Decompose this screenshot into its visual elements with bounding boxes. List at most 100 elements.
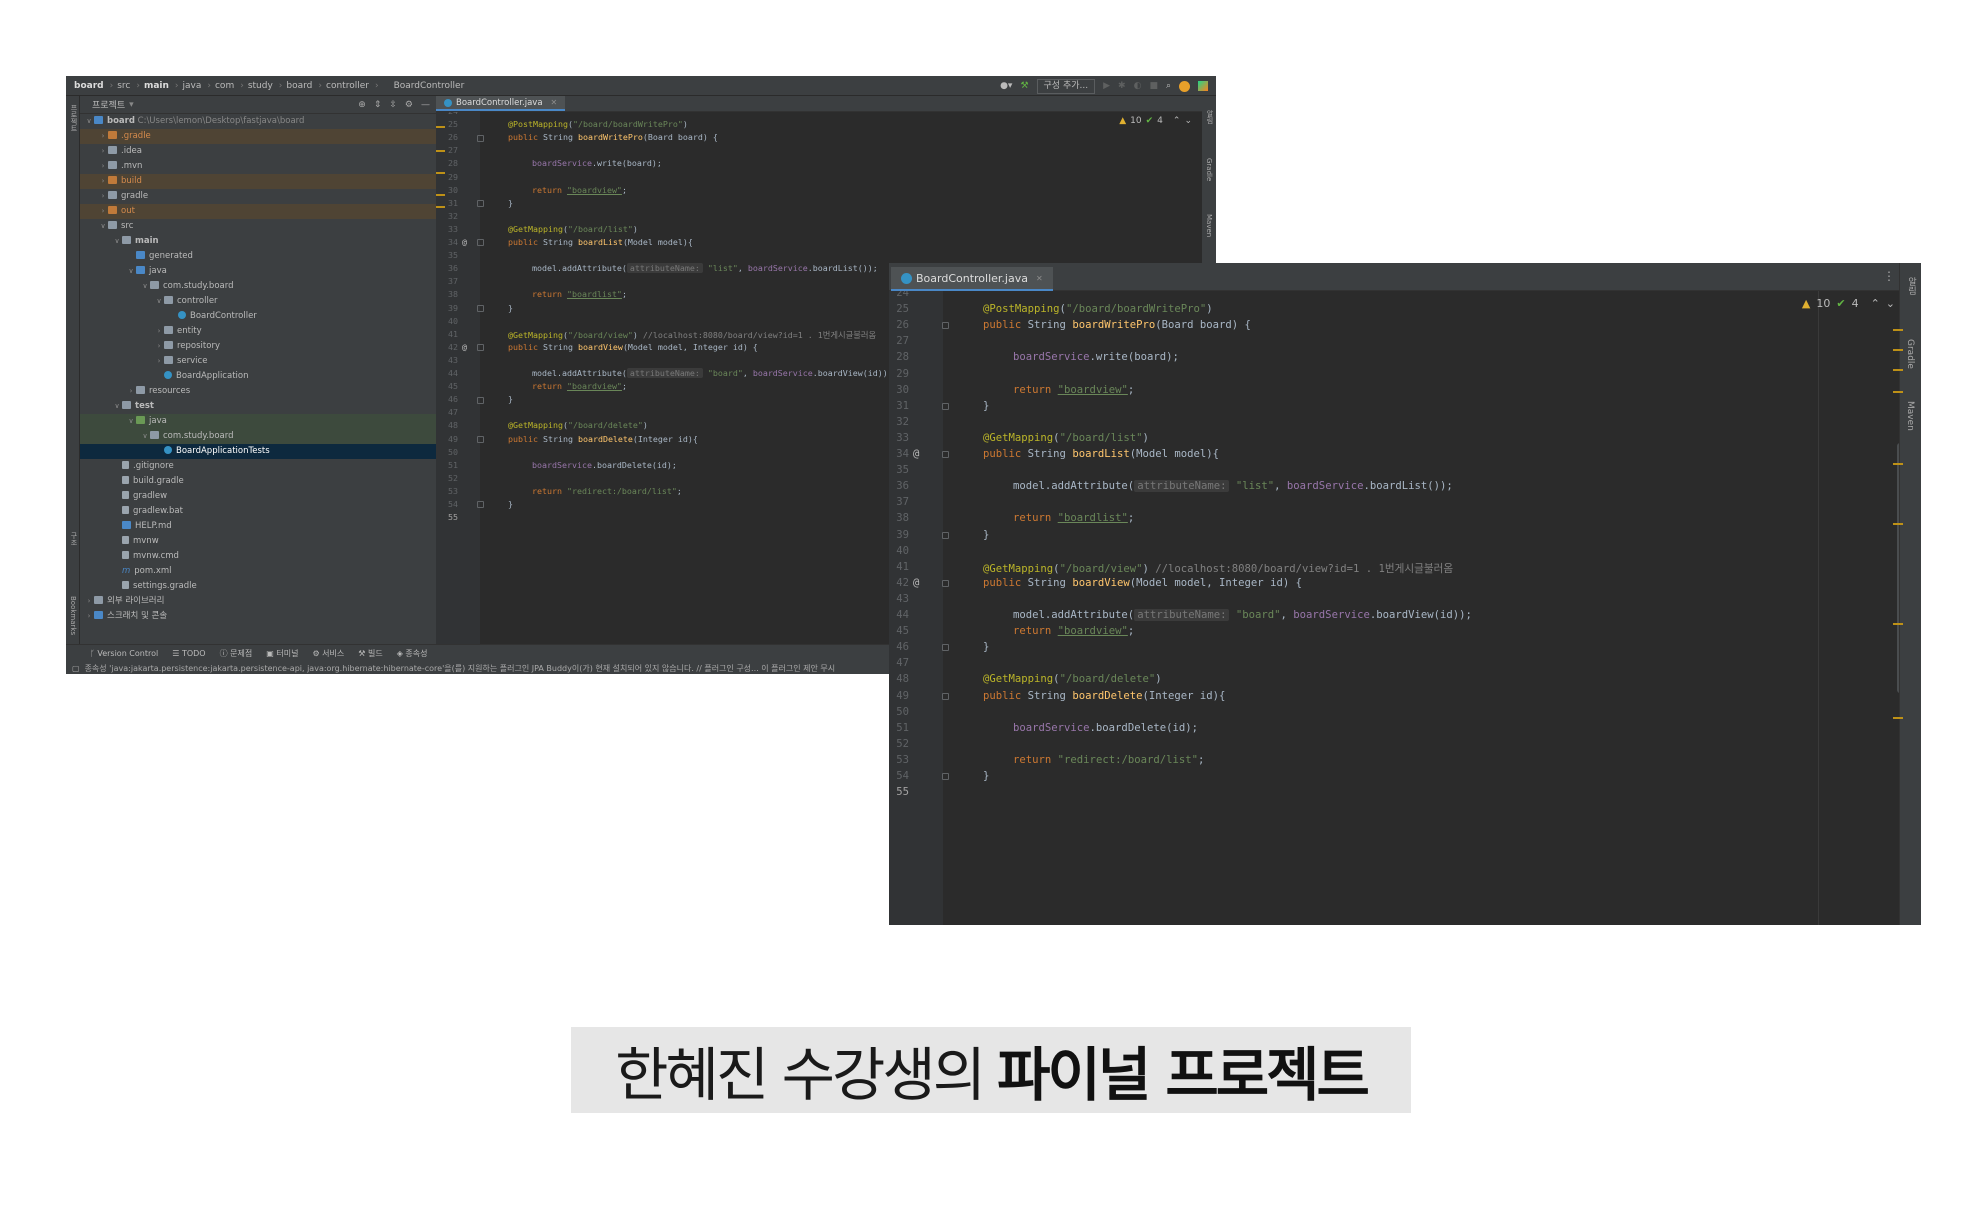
debug-icon[interactable]: ✱ xyxy=(1118,81,1126,91)
tree-item[interactable]: › out xyxy=(80,204,436,219)
warning-marker[interactable] xyxy=(436,172,445,174)
tree-item[interactable]: settings.gradle xyxy=(80,579,436,594)
fold-marker-icon[interactable] xyxy=(942,773,949,781)
warning-marker[interactable] xyxy=(1893,369,1903,371)
code-line[interactable]: @GetMapping("/board/list") xyxy=(508,224,638,234)
tree-item[interactable]: gradlew.bat xyxy=(80,504,436,519)
tool-window-dependencies[interactable]: ◈ 종속성 xyxy=(397,648,428,659)
code-line[interactable]: return "redirect:/board/list"; xyxy=(532,486,682,496)
warning-marker[interactable] xyxy=(436,150,445,152)
expand-all-icon[interactable]: ⇕ xyxy=(374,100,382,110)
editor-tab[interactable]: BoardController.java ✕ xyxy=(891,267,1053,291)
code-line[interactable]: @GetMapping("/board/list") xyxy=(983,432,1149,444)
fold-marker-icon[interactable] xyxy=(477,396,484,404)
breadcrumb-item[interactable]: java xyxy=(183,81,202,91)
structure-tool-label[interactable]: 구조 xyxy=(69,532,79,546)
tree-item[interactable]: ∨ java xyxy=(80,264,436,279)
warning-marker[interactable] xyxy=(1893,391,1903,393)
code-line[interactable]: } xyxy=(983,770,989,782)
tree-item[interactable]: .gitignore xyxy=(80,459,436,474)
tree-item[interactable]: › .mvn xyxy=(80,159,436,174)
maven-tool-label[interactable]: Maven xyxy=(1905,401,1915,431)
fold-marker-icon[interactable] xyxy=(477,134,484,142)
code-line[interactable]: return "redirect:/board/list"; xyxy=(1013,754,1204,766)
code-line[interactable]: } xyxy=(508,198,513,208)
tool-window-build[interactable]: ⚒ 빌드 xyxy=(358,648,382,659)
tree-item[interactable]: ∨ test xyxy=(80,399,436,414)
code-line[interactable]: } xyxy=(508,394,513,404)
code-line[interactable]: public String boardList(Model model){ xyxy=(983,448,1219,460)
code-line[interactable]: boardService.write(board); xyxy=(1013,351,1179,363)
warning-marker[interactable] xyxy=(436,206,445,208)
code-line[interactable]: @PostMapping("/board/boardWritePro") xyxy=(983,303,1213,315)
code-line[interactable]: } xyxy=(983,529,989,541)
notifications-tool-label[interactable]: 알림 xyxy=(1905,277,1918,295)
plugin-icon[interactable] xyxy=(1198,81,1208,91)
tree-item[interactable]: ∨ java xyxy=(80,414,436,429)
tree-item[interactable]: HELP.md xyxy=(80,519,436,534)
collapse-all-icon[interactable]: ⇳ xyxy=(389,100,397,110)
gradle-tool-label[interactable]: Gradle xyxy=(1205,158,1213,181)
mapping-gutter-icon[interactable]: @ xyxy=(462,237,467,247)
maven-tool-label[interactable]: Maven xyxy=(1205,214,1213,237)
tool-window-todo[interactable]: ☰ TODO xyxy=(172,649,205,658)
tree-item[interactable]: ∨ com.study.board xyxy=(80,429,436,444)
tool-window-terminal[interactable]: ▣ 터미널 xyxy=(266,648,298,659)
close-icon[interactable]: ✕ xyxy=(1036,274,1043,283)
warning-marker[interactable] xyxy=(1893,623,1903,625)
code-area[interactable]: 24 25 @PostMapping("/board/boardWritePro")… xyxy=(889,291,1897,925)
code-line[interactable]: return "boardview"; xyxy=(532,185,627,195)
tree-item[interactable]: BoardApplication xyxy=(80,369,436,384)
code-line[interactable]: public String boardWritePro(Board board)… xyxy=(508,132,718,142)
chevron-down-icon[interactable]: ▾ xyxy=(129,100,134,110)
notifications-tool-label[interactable]: 알림 xyxy=(1205,110,1215,124)
project-view-select[interactable]: 프로젝트 xyxy=(92,98,125,111)
coverage-icon[interactable]: ◐ xyxy=(1134,81,1142,91)
fold-marker-icon[interactable] xyxy=(942,644,949,652)
project-tool-label[interactable]: 프로젝트 xyxy=(69,104,79,132)
code-line[interactable]: } xyxy=(508,499,513,509)
code-line[interactable]: } xyxy=(983,400,989,412)
code-line[interactable]: model.addAttribute(attributeName: "list"… xyxy=(532,263,878,274)
breadcrumb-item[interactable]: study xyxy=(248,81,273,91)
tool-window-problems[interactable]: ⓘ 문제점 xyxy=(220,648,253,659)
tree-item[interactable]: › entity xyxy=(80,324,436,339)
mapping-gutter-icon[interactable]: @ xyxy=(913,577,919,589)
status-message[interactable]: 종속성 'java:jakarta.persistence:jakarta.pe… xyxy=(85,663,836,674)
code-line[interactable]: @GetMapping("/board/delete") xyxy=(983,673,1162,685)
tree-item[interactable]: › build xyxy=(80,174,436,189)
hide-icon[interactable]: — xyxy=(421,100,430,110)
code-line[interactable]: return "boardview"; xyxy=(532,381,627,391)
fold-marker-icon[interactable] xyxy=(477,200,484,208)
code-line[interactable]: } xyxy=(983,641,989,653)
code-line[interactable]: @PostMapping("/board/boardWritePro") xyxy=(508,119,688,129)
mapping-gutter-icon[interactable]: @ xyxy=(913,448,919,460)
warning-marker[interactable] xyxy=(436,194,445,196)
tree-item[interactable]: m pom.xml xyxy=(80,564,436,579)
run-icon[interactable]: ▶ xyxy=(1103,81,1110,91)
gear-icon[interactable]: ⚙ xyxy=(405,100,413,110)
bookmarks-tool-label[interactable]: Bookmarks xyxy=(69,596,77,635)
inspection-widget[interactable]: ▲ 10 ✔ 4 ⌃ ⌄ xyxy=(1802,297,1895,310)
code-line[interactable]: public String boardDelete(Integer id){ xyxy=(983,690,1225,702)
locate-icon[interactable]: ⊕ xyxy=(358,100,366,110)
code-line[interactable]: model.addAttribute(attributeName: "board… xyxy=(1013,609,1472,621)
warning-marker[interactable] xyxy=(1893,523,1903,525)
code-line[interactable]: model.addAttribute(attributeName: "board… xyxy=(532,368,893,378)
tree-item[interactable]: › service xyxy=(80,354,436,369)
tree-item[interactable]: gradlew xyxy=(80,489,436,504)
search-icon[interactable]: ⌕ xyxy=(1166,81,1171,91)
gradle-tool-label[interactable]: Gradle xyxy=(1905,339,1915,369)
fold-marker-icon[interactable] xyxy=(942,451,949,459)
warning-marker[interactable] xyxy=(1893,463,1903,465)
run-configuration-select[interactable]: 구성 추가... xyxy=(1036,78,1096,94)
tree-item[interactable]: mvnw xyxy=(80,534,436,549)
code-line[interactable]: model.addAttribute(attributeName: "list"… xyxy=(1013,480,1453,493)
code-line[interactable]: return "boardview"; xyxy=(1013,384,1134,396)
fold-marker-icon[interactable] xyxy=(477,304,484,312)
tree-item-selected[interactable]: BoardApplicationTests xyxy=(80,444,436,459)
mapping-gutter-icon[interactable]: @ xyxy=(462,342,467,352)
fold-marker-icon[interactable] xyxy=(477,344,484,352)
more-options-icon[interactable]: ⋮ xyxy=(1883,269,1895,283)
warning-marker[interactable] xyxy=(1893,717,1903,719)
